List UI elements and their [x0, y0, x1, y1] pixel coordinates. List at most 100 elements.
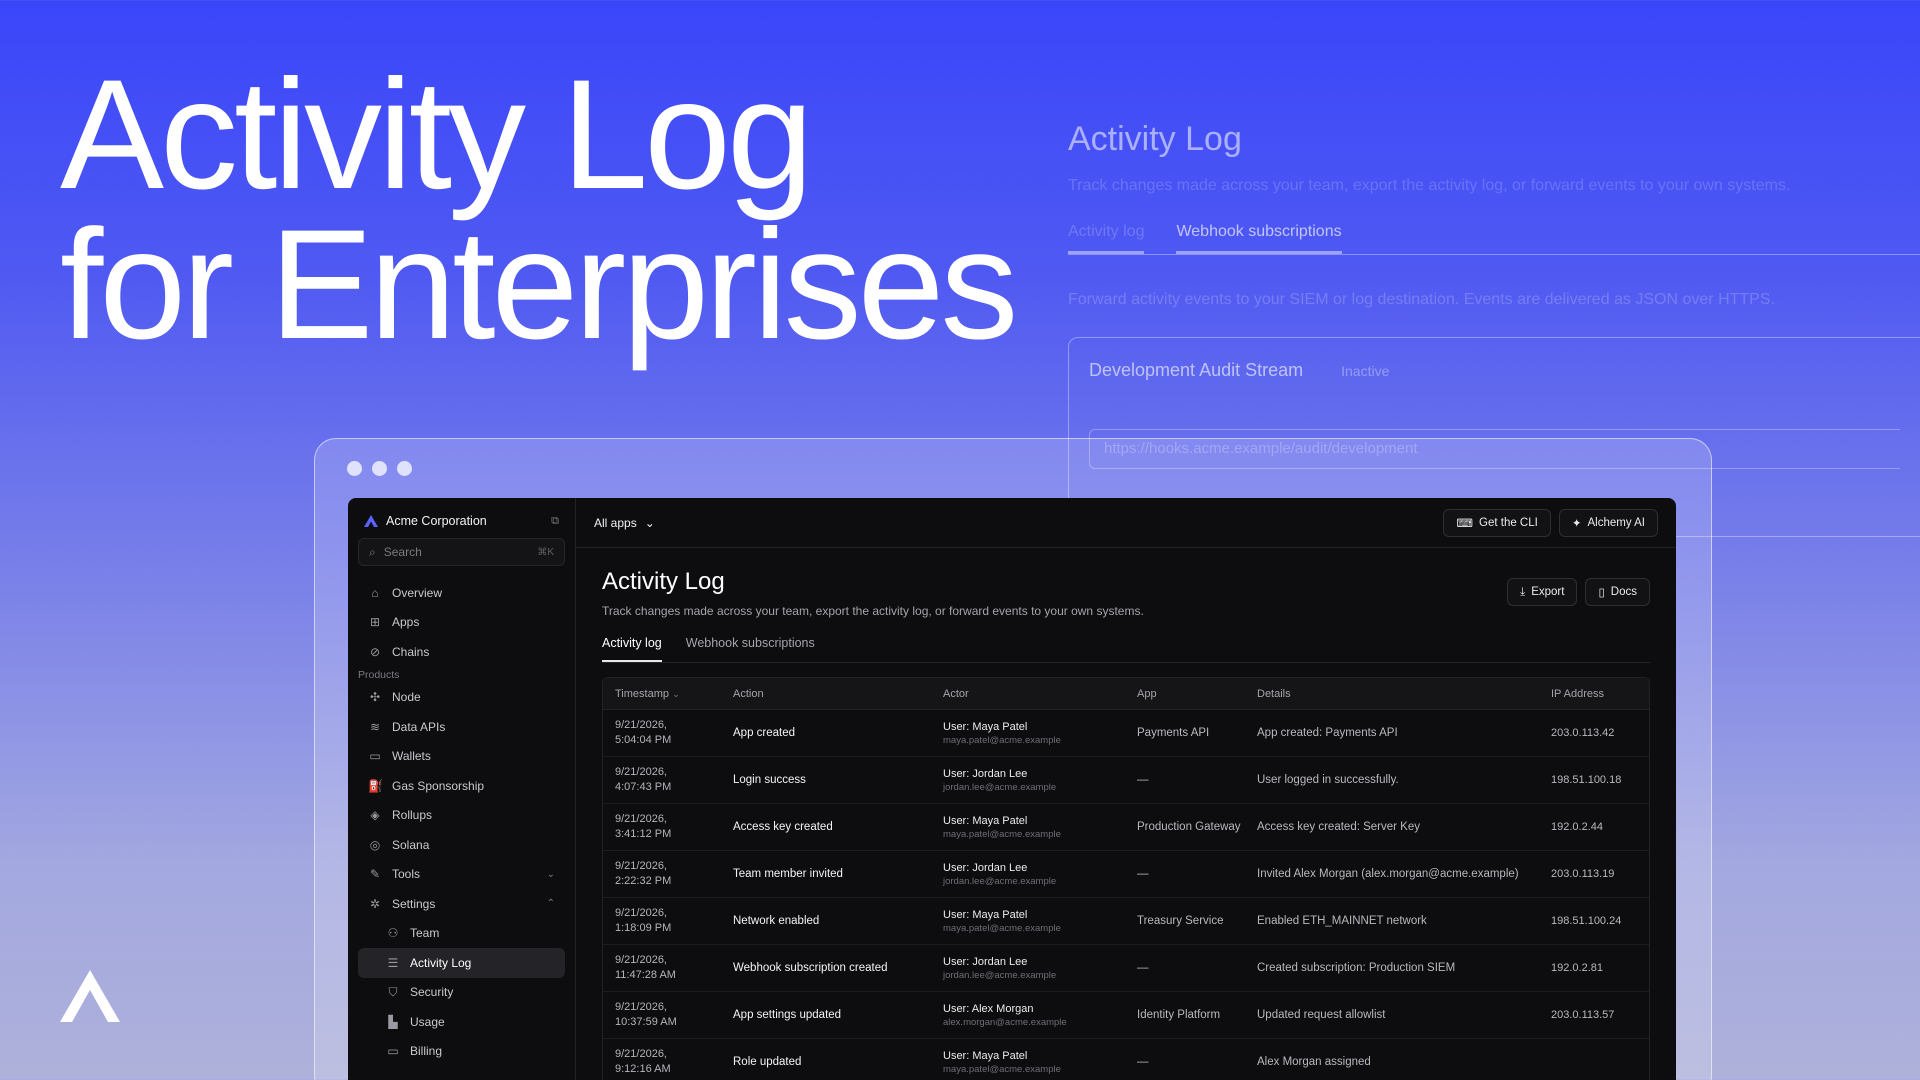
timestamp-time: 9:12:16 AM: [615, 1063, 671, 1075]
sidebar-item-data-apis[interactable]: ≋ Data APIs: [358, 712, 565, 742]
details-cell: User logged in successfully.: [1257, 774, 1399, 786]
timestamp-cell: 9/21/2026, 10:37:59 AM: [615, 1000, 733, 1030]
sidebar-item-gas-sponsorship[interactable]: ⛽ Gas Sponsorship: [358, 771, 565, 801]
sidebar-item-rollups[interactable]: ◈ Rollups: [358, 801, 565, 831]
search-input[interactable]: ⌕ Search ⌘K: [358, 538, 565, 566]
window-dot-minimize: [372, 461, 387, 476]
tab-activity-log[interactable]: Activity log: [602, 636, 662, 662]
home-icon: ⌂: [371, 585, 379, 600]
table-row[interactable]: 9/21/2026, 1:18:09 PM Network enabled User:…: [603, 898, 1649, 945]
actor-cell: User: Maya Patel maya.patel@acme.example: [943, 815, 1137, 840]
sidebar-item-label: Security: [410, 985, 454, 1000]
sidebar-item-overview[interactable]: ⌂ Overview: [358, 578, 565, 608]
table-row[interactable]: 9/21/2026, 3:41:12 PM Access key created Us…: [603, 804, 1649, 851]
sidebar-item-label: Apps: [392, 615, 420, 630]
search-placeholder: Search: [383, 545, 422, 559]
database-icon: ≋: [369, 719, 381, 734]
ghost-description: Forward activity events to your SIEM or …: [1068, 291, 1775, 308]
sidebar-item-security[interactable]: ⛉ Security: [358, 978, 565, 1008]
org-switcher[interactable]: Acme Corporation ⧉: [358, 510, 565, 538]
get-cli-button[interactable]: ⌨ Get the CLI: [1443, 508, 1551, 537]
timestamp-cell: 9/21/2026, 2:22:32 PM: [615, 859, 733, 889]
details-cell: Invited Alex Morgan (alex.morgan@acme.ex…: [1257, 868, 1519, 880]
column-header-ip-address: IP Address: [1551, 687, 1604, 700]
credit-card-icon: ▭: [387, 1044, 399, 1059]
terminal-icon: ⌨: [1456, 517, 1474, 530]
sidebar-item-node[interactable]: ✣ Node: [358, 683, 565, 713]
sidebar-item-label: Billing: [410, 1044, 443, 1059]
sidebar-item-usage[interactable]: ▙ Usage: [358, 1007, 565, 1037]
apps-selector[interactable]: All apps ⌄: [594, 516, 655, 530]
timestamp-date: 9/21/2026,: [615, 907, 667, 919]
timestamp-time: 5:04:04 PM: [615, 734, 672, 746]
timestamp-time: 3:41:12 PM: [615, 828, 672, 840]
sidebar-item-label: Solana: [392, 837, 430, 852]
actor-email: maya.patel@acme.example: [943, 922, 1061, 934]
actor-cell: User: Maya Patel maya.patel@acme.example: [943, 1050, 1137, 1075]
details-cell: Alex Morgan assigned: [1257, 1056, 1371, 1068]
sidebar-item-chains[interactable]: ⊘ Chains: [358, 637, 565, 667]
timestamp-cell: 9/21/2026, 4:07:43 PM: [615, 765, 733, 795]
actor-name: User: Alex Morgan: [943, 1002, 1034, 1015]
app-cell: Payments API: [1137, 726, 1210, 739]
ghost-tab-activity-log: Activity log: [1068, 223, 1145, 254]
table-row[interactable]: 9/21/2026, 9:12:16 AM Role updated User: Ma…: [603, 1039, 1649, 1080]
sidebar-item-team[interactable]: ⚇ Team: [358, 919, 565, 949]
ghost-title: Activity Log: [1068, 120, 1242, 158]
activity-table: Timestamp ⌄ Action Actor App Details IP …: [602, 677, 1650, 1080]
table-row[interactable]: 9/21/2026, 4:07:43 PM Login success User: J…: [603, 757, 1649, 804]
sidebar-item-tools[interactable]: ✎ Tools ⌄: [358, 860, 565, 890]
export-button[interactable]: ⤓ Export: [1507, 578, 1578, 606]
column-header-timestamp[interactable]: Timestamp ⌄: [615, 688, 733, 700]
timestamp-cell: 9/21/2026, 3:41:12 PM: [615, 812, 733, 842]
search-shortcut: ⌘K: [537, 546, 554, 558]
page-title: Activity Log: [602, 568, 725, 595]
sidebar-item-billing[interactable]: ▭ Billing: [358, 1037, 565, 1067]
tab-webhook-subscriptions[interactable]: Webhook subscriptions: [686, 636, 815, 662]
table-row[interactable]: 9/21/2026, 5:04:04 PM App created User: May…: [603, 710, 1649, 757]
details-cell: Created subscription: Production SIEM: [1257, 962, 1456, 974]
sidebar-item-label: Usage: [410, 1014, 445, 1029]
sidebar-item-solana[interactable]: ◎ Solana: [358, 830, 565, 860]
hero-title-line-2: for Enterprises: [60, 198, 1018, 372]
gas-pump-icon: ⛽: [368, 778, 383, 793]
actor-name: User: Maya Patel: [943, 908, 1028, 921]
timestamp-date: 9/21/2026,: [615, 766, 667, 778]
copy-icon[interactable]: ⧉: [551, 515, 559, 528]
app-window: Acme Corporation ⧉ ⌕ Search ⌘K ⌂ Overview…: [348, 498, 1676, 1080]
products-section-label: Products: [358, 668, 400, 681]
sidebar-item-label: Node: [392, 690, 421, 705]
timestamp-time: 2:22:32 PM: [615, 875, 672, 887]
sidebar-item-activity-log[interactable]: ☰ Activity Log: [358, 948, 565, 978]
sidebar-item-wallets[interactable]: ▭ Wallets: [358, 742, 565, 772]
table-row[interactable]: 9/21/2026, 11:47:28 AM Webhook subscriptio…: [603, 945, 1649, 992]
app-cell: —: [1137, 961, 1149, 974]
org-logo-icon: [364, 515, 378, 527]
docs-button[interactable]: ▯ Docs: [1585, 578, 1650, 606]
timestamp-date: 9/21/2026,: [615, 1001, 667, 1013]
timestamp-date: 9/21/2026,: [615, 1048, 667, 1060]
sidebar-item-label: Data APIs: [392, 719, 446, 734]
sidebar-item-settings[interactable]: ✲ Settings ⌃: [358, 889, 565, 919]
actor-email: jordan.lee@acme.example: [943, 969, 1057, 981]
action-cell: Webhook subscription created: [733, 962, 888, 974]
get-cli-label: Get the CLI: [1479, 516, 1538, 529]
sidebar-item-label: Team: [410, 926, 440, 941]
solana-icon: ◎: [369, 837, 381, 852]
sidebar-item-label: Activity Log: [410, 955, 472, 970]
table-row[interactable]: 9/21/2026, 10:37:59 AM App settings update…: [603, 992, 1649, 1039]
details-cell: Enabled ETH_MAINNET network: [1257, 915, 1427, 927]
ip-address-cell: 198.51.100.24: [1551, 915, 1622, 927]
timestamp-time: 1:18:09 PM: [615, 922, 672, 934]
sidebar-item-label: Settings: [392, 896, 436, 911]
table-row[interactable]: 9/21/2026, 2:22:32 PM Team member invited U…: [603, 851, 1649, 898]
timestamp-date: 9/21/2026,: [615, 813, 667, 825]
column-header-app: App: [1137, 687, 1157, 700]
alchemy-ai-button[interactable]: ✦ Alchemy AI: [1558, 508, 1658, 537]
column-header-actor: Actor: [943, 687, 969, 700]
chevron-down-icon: ⌄: [644, 515, 655, 530]
sidebar-item-apps[interactable]: ⊞ Apps: [358, 608, 565, 638]
column-header-label: Timestamp: [615, 687, 669, 700]
ip-address-cell: 198.51.100.18: [1551, 774, 1622, 786]
chart-icon: ▙: [388, 1014, 398, 1029]
